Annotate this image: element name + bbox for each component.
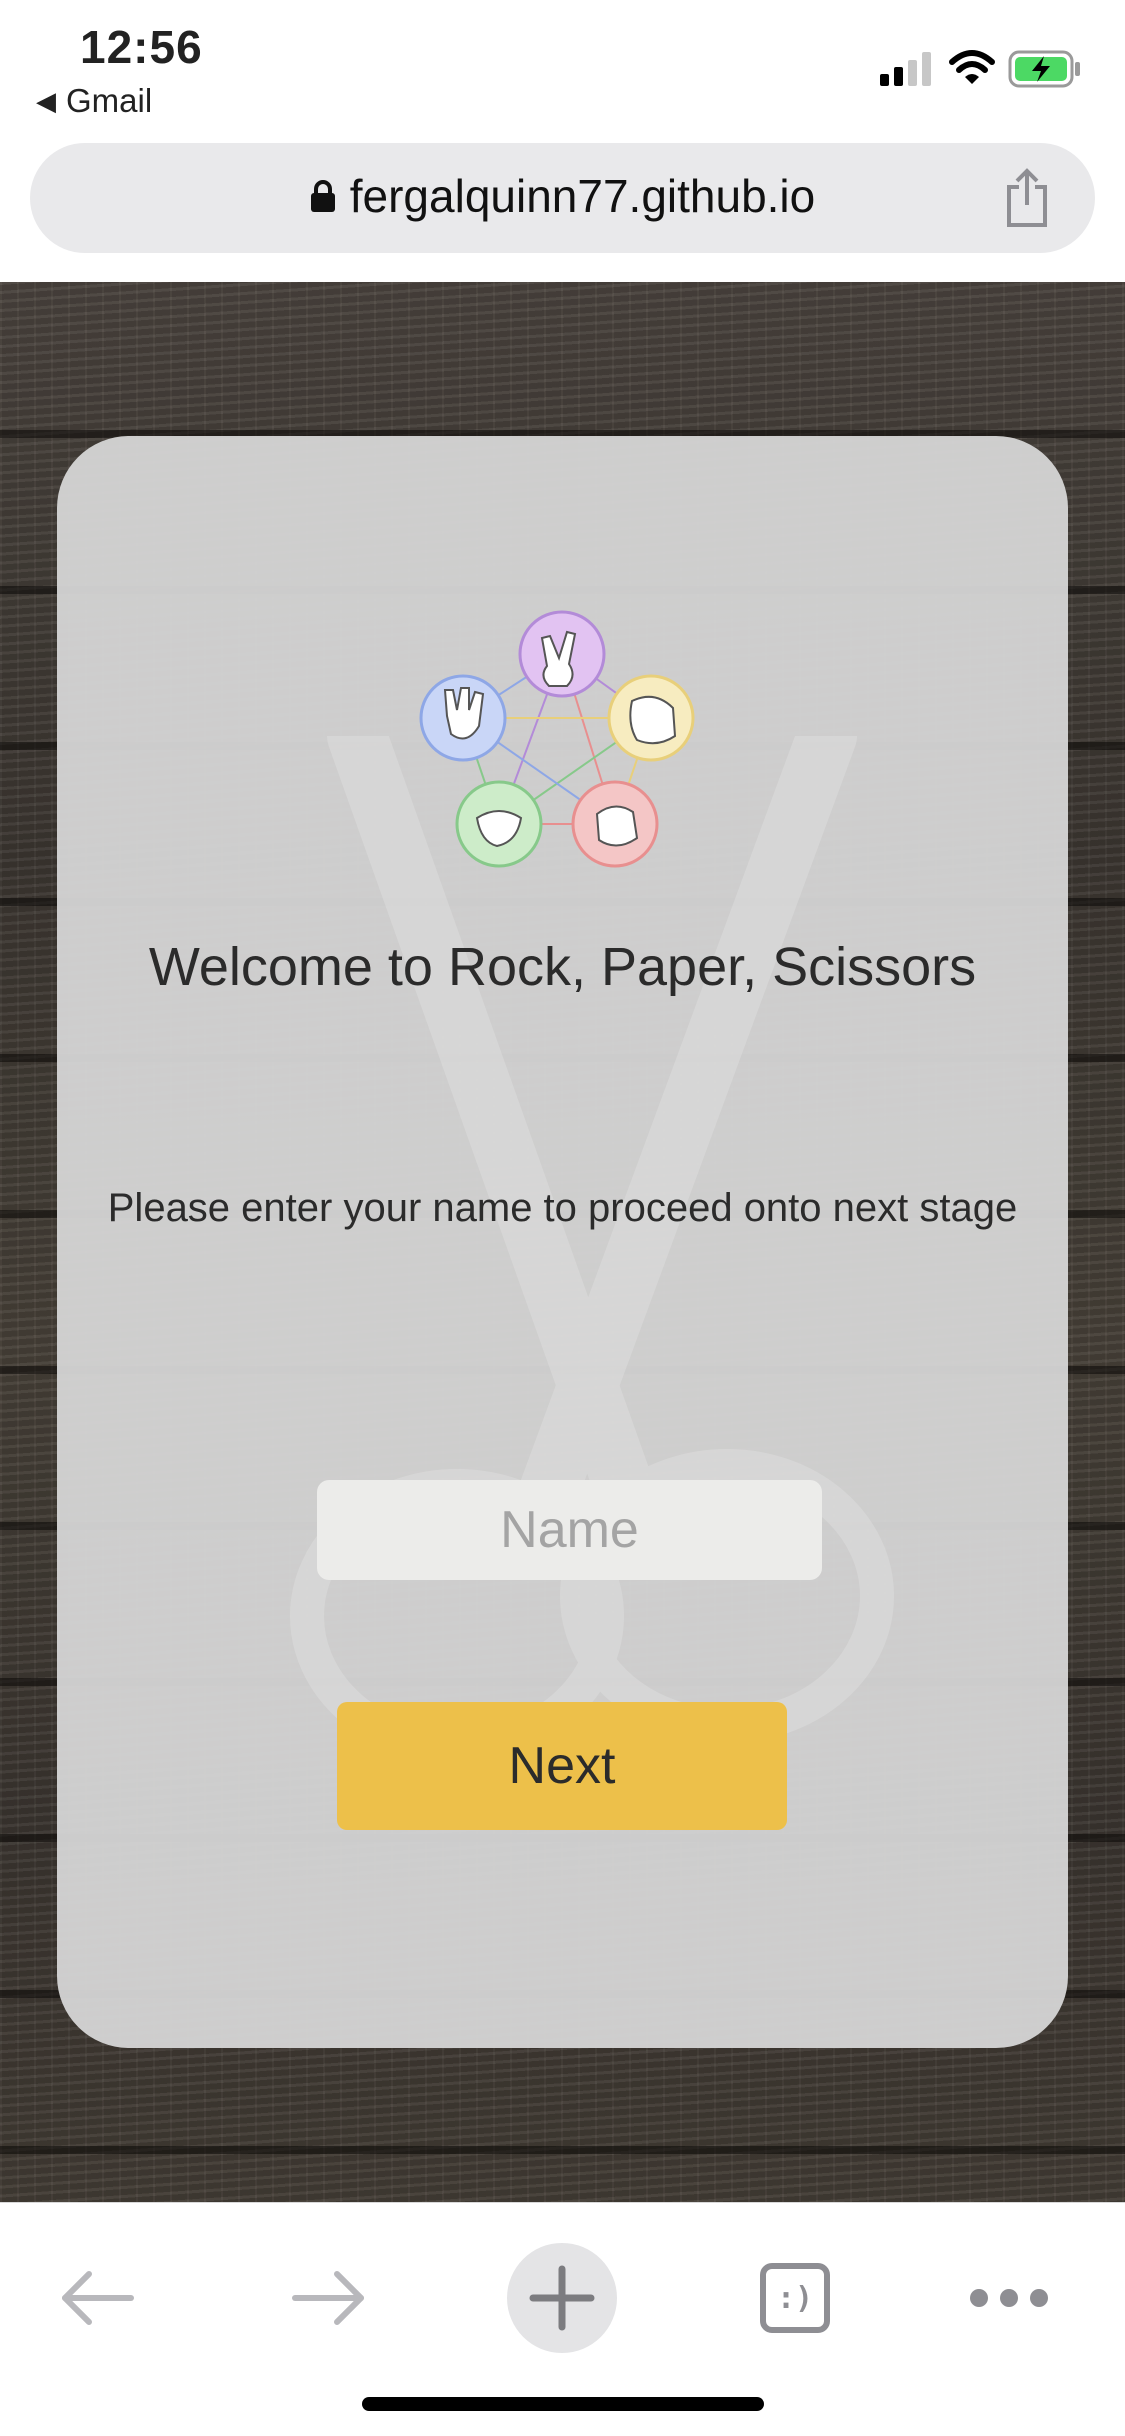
forward-arrow-icon [292, 2271, 364, 2325]
back-triangle-icon: ◀ [36, 85, 56, 116]
lock-icon [310, 180, 335, 212]
url-display[interactable]: fergalquinn77.github.io [30, 169, 1095, 223]
welcome-card: Welcome to Rock, Paper, Scissors Please … [57, 436, 1068, 2048]
back-to-app-link[interactable]: ◀ Gmail [36, 82, 152, 120]
status-bar: 12:56 ◀ Gmail [0, 0, 1125, 140]
battery-charging-icon [1008, 50, 1080, 88]
address-bar[interactable]: fergalquinn77.github.io [30, 143, 1095, 253]
next-button[interactable]: Next [337, 1702, 787, 1830]
back-app-label: Gmail [66, 82, 153, 119]
tabs-icon: :) [760, 2263, 830, 2333]
back-button[interactable] [42, 2243, 152, 2353]
forward-button[interactable] [274, 2243, 384, 2353]
name-input[interactable] [317, 1480, 822, 1580]
home-indicator[interactable] [362, 2397, 764, 2411]
tabs-button[interactable]: :) [740, 2243, 850, 2353]
new-tab-button[interactable] [507, 2243, 617, 2353]
clock: 12:56 [80, 21, 203, 73]
cellular-signal-icon [880, 52, 931, 86]
instructions-text: Please enter your name to proceed onto n… [107, 1186, 1018, 1230]
more-button[interactable] [954, 2243, 1064, 2353]
share-icon[interactable] [1001, 167, 1053, 229]
url-text: fergalquinn77.github.io [349, 170, 816, 222]
back-arrow-icon [62, 2271, 134, 2325]
more-icon [970, 2289, 1048, 2307]
page-title: Welcome to Rock, Paper, Scissors [148, 937, 977, 997]
rpsls-logo-icon [419, 610, 695, 868]
wifi-icon [949, 50, 995, 84]
web-content: Welcome to Rock, Paper, Scissors Please … [0, 282, 1125, 2202]
plus-icon [529, 2265, 595, 2331]
